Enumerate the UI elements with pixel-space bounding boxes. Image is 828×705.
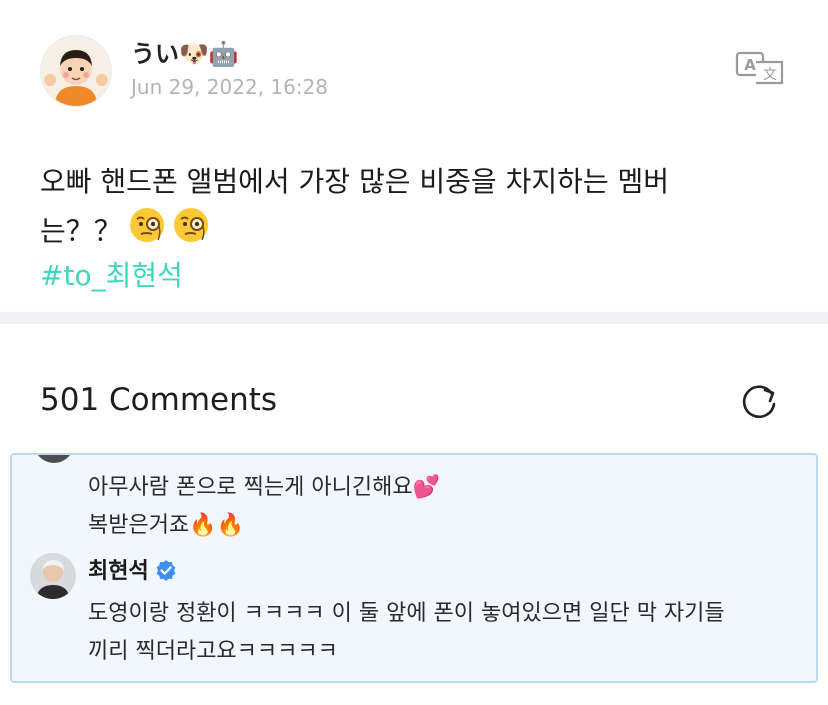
reply-comment-line-2: 끼리 찍더라고요ㅋㅋㅋㅋㅋ [88,639,338,664]
parent-comment-text: 아무사람 폰으로 찍는게 아니긴해요💕 복받은거죠🔥🔥 [88,469,440,545]
author-avatar[interactable] [40,35,112,107]
highlighted-comment-thread: 아무사람 폰으로 찍는게 아니긴해요💕 복받은거죠🔥🔥 최현석 도영이랑 정환이… [10,453,818,683]
reply-comment-text: 도영이랑 정환이 ㅋㅋㅋㅋ 이 둘 앞에 폰이 놓여있으면 일단 막 자기들 끼… [88,595,725,671]
commenter-avatar[interactable] [34,455,74,463]
post-author-name[interactable]: うい🐶🤖 [131,34,239,69]
post-body-line-2: 는？？ [40,206,800,259]
reply-avatar-photo [30,553,76,599]
reply-author-name[interactable]: 최현석 [88,553,177,587]
post-hashtag[interactable]: #to_최현석 [40,254,183,294]
monocle-face-emoji-icon [172,206,210,259]
post-body-line-2-text: 는？？ [40,214,122,248]
refresh-comments-button[interactable] [738,380,782,424]
verified-badge-icon [155,559,177,587]
section-divider [0,312,828,324]
svg-text:A: A [744,56,756,74]
reply-comment-line-1: 도영이랑 정환이 ㅋㅋㅋㅋ 이 둘 앞에 폰이 놓여있으면 일단 막 자기들 [88,601,725,626]
translate-button[interactable]: A 文 [734,50,786,86]
post-timestamp: Jun 29, 2022, 16:28 [131,75,329,99]
translate-icon: A 文 [735,51,784,85]
refresh-icon [742,385,776,419]
parent-comment-line-1: 아무사람 폰으로 찍는게 아니긴해요💕 [88,475,440,500]
reply-author-name-text: 최현석 [88,559,149,584]
reply-author-avatar[interactable] [30,553,76,599]
parent-comment-line-2: 복받은거죠🔥🔥 [88,513,244,538]
avatar-illustration [41,36,111,106]
post-body-line-1: 오빠 핸드폰 앨범에서 가장 많은 비중을 차지하는 멤버 [40,165,670,198]
monocle-face-emoji-icon [128,206,166,259]
svg-text:文: 文 [763,67,777,83]
comments-count: 501 Comments [40,382,278,418]
post-body: 오빠 핸드폰 앨범에서 가장 많은 비중을 차지하는 멤버 는？？ [40,158,800,259]
